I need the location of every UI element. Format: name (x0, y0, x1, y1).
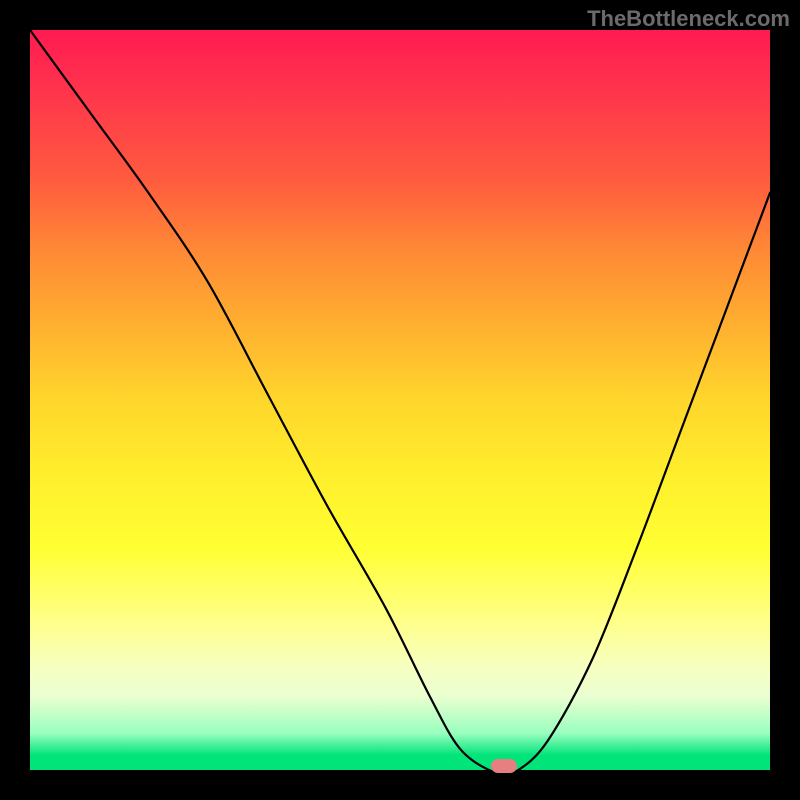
watermark-text: TheBottleneck.com (587, 6, 790, 32)
curve-path (30, 30, 770, 772)
plot-area (30, 30, 770, 770)
bottleneck-curve (30, 30, 770, 770)
chart-frame: TheBottleneck.com (0, 0, 800, 800)
optimal-marker (491, 759, 517, 773)
